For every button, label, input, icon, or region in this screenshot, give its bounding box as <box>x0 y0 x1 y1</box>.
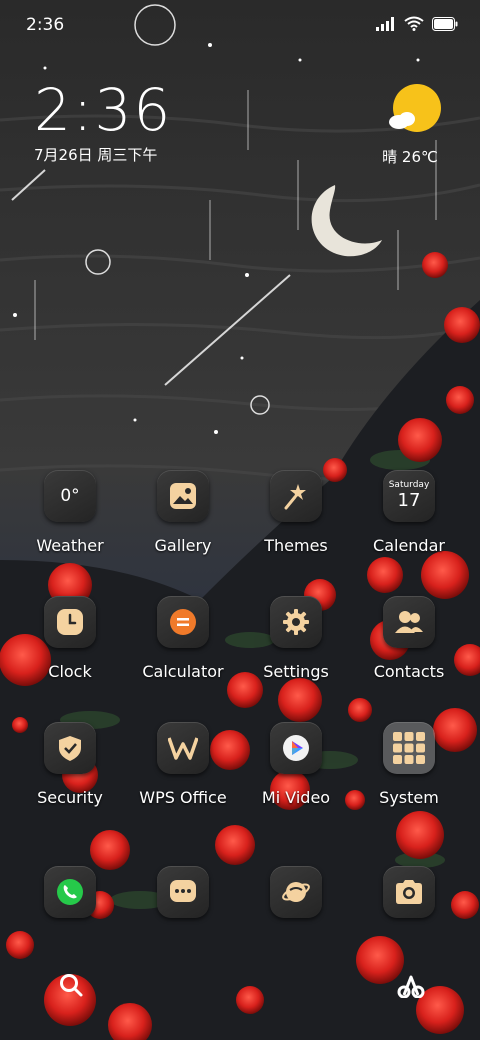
weather-temp-badge: 0° <box>60 486 80 506</box>
calendar-day: 17 <box>397 489 421 511</box>
assistant-icon[interactable] <box>396 972 426 998</box>
app-calendar[interactable]: Saturday 17 Calendar <box>353 470 465 555</box>
phone-icon <box>57 879 83 905</box>
app-system-folder[interactable]: System <box>353 722 465 807</box>
dock-browser[interactable] <box>240 866 352 918</box>
app-weather[interactable]: 0° Weather <box>14 470 126 555</box>
browser-icon <box>282 882 310 902</box>
weather-widget-text: 晴 26℃ <box>382 148 438 166</box>
weather-icon: 0° <box>44 470 96 522</box>
app-label: System <box>379 788 439 807</box>
status-time: 2:36 <box>26 15 65 35</box>
app-mi-video[interactable]: Mi Video <box>240 722 352 807</box>
app-label: Calculator <box>142 662 224 681</box>
app-contacts[interactable]: Contacts <box>353 596 465 681</box>
weather-widget[interactable]: 晴 26℃ <box>382 84 444 167</box>
app-security[interactable]: Security <box>14 722 126 807</box>
dock-camera[interactable] <box>353 866 465 918</box>
app-label: Themes <box>264 536 328 555</box>
app-clock[interactable]: Clock <box>14 596 126 681</box>
clock-widget[interactable]: 2:36 7月26日 周三下午 <box>34 80 172 165</box>
app-calculator[interactable]: Calculator <box>127 596 239 681</box>
sun-cloud-icon <box>389 84 441 132</box>
security-icon <box>59 736 81 761</box>
app-label: Contacts <box>373 662 445 681</box>
calendar-icon: Saturday 17 <box>383 470 435 522</box>
messages-icon <box>170 880 196 902</box>
app-wps-office[interactable]: WPS Office <box>127 722 239 807</box>
clock-widget-date: 7月26日 周三下午 <box>34 146 158 164</box>
app-label: Clock <box>48 662 92 681</box>
gallery-icon <box>170 483 196 509</box>
contacts-icon <box>395 611 423 633</box>
app-label: Gallery <box>154 536 212 555</box>
mi-video-icon <box>283 735 309 761</box>
dock-messages[interactable] <box>127 866 239 918</box>
app-label: Calendar <box>373 536 445 555</box>
app-label: Settings <box>263 662 329 681</box>
app-themes[interactable]: Themes <box>240 470 352 555</box>
clock-widget-time: 2:36 <box>34 76 173 144</box>
wifi-icon <box>404 16 424 31</box>
app-label: Weather <box>36 536 104 555</box>
wps-office-icon <box>168 737 198 760</box>
calculator-icon <box>170 609 196 635</box>
app-label: Security <box>37 788 103 807</box>
settings-icon <box>283 609 309 635</box>
search-icon[interactable] <box>58 972 84 998</box>
app-settings[interactable]: Settings <box>240 596 352 681</box>
camera-icon <box>396 880 422 904</box>
battery-icon <box>432 16 458 31</box>
signal-icon <box>376 16 394 31</box>
calendar-weekday: Saturday <box>388 479 430 490</box>
themes-icon <box>284 484 306 510</box>
app-label: WPS Office <box>139 788 227 807</box>
dock-phone[interactable] <box>14 866 126 918</box>
status-bar: 2:36 <box>0 0 480 50</box>
app-gallery[interactable]: Gallery <box>127 470 239 555</box>
bottom-bar <box>0 960 480 1010</box>
system-folder-icon <box>393 732 425 764</box>
clock-icon <box>57 609 83 635</box>
app-label: Mi Video <box>261 788 331 807</box>
